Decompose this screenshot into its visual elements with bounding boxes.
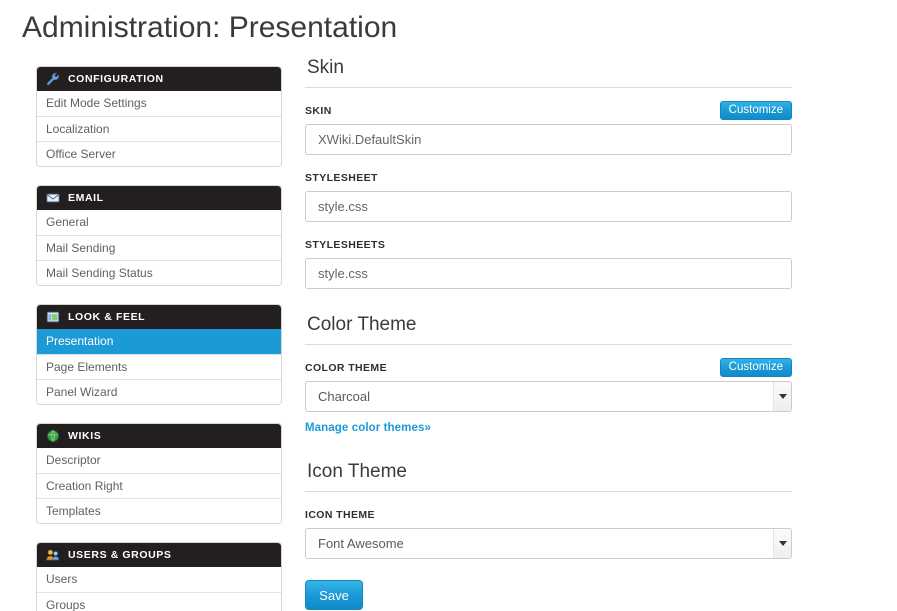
sidebar-panel-title: WIKIS [68,430,102,442]
sidebar-panel-body-wikis: Descriptor Creation Right Templates [37,448,281,523]
sidebar-item-presentation[interactable]: Presentation [37,329,281,354]
field-icon-theme: ICON THEME Font Awesome [305,509,792,559]
section-heading-icon-theme: Icon Theme [305,460,792,492]
sidebar-panel-title: CONFIGURATION [68,73,164,85]
stylesheets-input[interactable] [305,258,792,289]
admin-presentation-page: Administration: Presentation CONFIGURATI… [0,0,897,611]
sidebar-panel-email: EMAIL General Mail Sending Mail Sending … [36,185,282,286]
sidebar-panel-header-users-and-groups: USERS & GROUPS [37,543,281,567]
sidebar-item-office-server[interactable]: Office Server [37,141,281,166]
sidebar-panel-users-and-groups: USERS & GROUPS Users Groups [36,542,282,611]
sidebar-item-edit-mode-settings[interactable]: Edit Mode Settings [37,91,281,116]
sidebar-item-users[interactable]: Users [37,567,281,592]
envelope-icon [46,191,60,205]
admin-main-content: Skin SKIN Customize STYLESHEET STYLESHEE… [305,56,792,610]
sidebar-panel-title: LOOK & FEEL [68,311,146,323]
chevron-down-icon[interactable] [773,529,791,558]
field-stylesheet: STYLESHEET [305,172,792,222]
field-label-icon-theme: ICON THEME [305,509,375,521]
sidebar-panel-title: USERS & GROUPS [68,549,172,561]
section-heading-skin: Skin [305,56,792,88]
field-label-skin: SKIN [305,105,332,117]
section-color-theme: Color Theme COLOR THEME Customize Charco… [305,313,792,436]
sidebar-panel-body-configuration: Edit Mode Settings Localization Office S… [37,91,281,166]
sidebar-panel-look-and-feel: LOOK & FEEL Presentation Page Elements P… [36,304,282,405]
globe-icon [46,429,60,443]
sidebar-panel-header-look-and-feel: LOOK & FEEL [37,305,281,329]
sidebar-panel-wikis: WIKIS Descriptor Creation Right Template… [36,423,282,524]
sidebar-item-templates[interactable]: Templates [37,498,281,523]
sidebar-item-descriptor[interactable]: Descriptor [37,448,281,473]
admin-sidebar: CONFIGURATION Edit Mode Settings Localiz… [36,66,282,611]
color-theme-select[interactable]: Charcoal [305,381,792,412]
sidebar-item-creation-right[interactable]: Creation Right [37,473,281,498]
icon-theme-select-wrapper: Font Awesome [305,528,792,559]
sidebar-panel-header-wikis: WIKIS [37,424,281,448]
sidebar-panel-body-email: General Mail Sending Mail Sending Status [37,210,281,285]
field-label-stylesheets: STYLESHEETS [305,239,386,251]
field-stylesheets: STYLESHEETS [305,239,792,289]
manage-color-themes-link[interactable]: Manage color themes» [305,422,431,434]
sidebar-panel-body-look-and-feel: Presentation Page Elements Panel Wizard [37,329,281,404]
icon-theme-select[interactable]: Font Awesome [305,528,792,559]
sidebar-panel-header-email: EMAIL [37,186,281,210]
wrench-icon [46,72,60,86]
field-color-theme: COLOR THEME Customize Charcoal [305,358,792,412]
field-skin: SKIN Customize [305,101,792,155]
chevron-down-icon[interactable] [773,382,791,411]
sidebar-item-page-elements[interactable]: Page Elements [37,354,281,379]
sidebar-item-panel-wizard[interactable]: Panel Wizard [37,379,281,404]
sidebar-panel-configuration: CONFIGURATION Edit Mode Settings Localiz… [36,66,282,167]
field-label-color-theme: COLOR THEME [305,362,387,374]
save-button[interactable]: Save [305,580,363,610]
skin-input[interactable] [305,124,792,155]
sidebar-item-mail-sending-status[interactable]: Mail Sending Status [37,260,281,285]
stylesheet-input[interactable] [305,191,792,222]
page-title: Administration: Presentation [22,11,398,44]
users-icon [46,548,60,562]
color-theme-select-wrapper: Charcoal [305,381,792,412]
sidebar-panel-title: EMAIL [68,192,104,204]
sidebar-item-mail-sending[interactable]: Mail Sending [37,235,281,260]
field-label-stylesheet: STYLESHEET [305,172,378,184]
customize-color-theme-button[interactable]: Customize [719,358,792,377]
sidebar-item-general[interactable]: General [37,210,281,235]
customize-skin-button[interactable]: Customize [719,101,792,120]
layout-icon [46,310,60,324]
sidebar-item-localization[interactable]: Localization [37,116,281,141]
sidebar-panel-body-users-and-groups: Users Groups [37,567,281,611]
section-icon-theme: Icon Theme ICON THEME Font Awesome Save [305,460,792,610]
sidebar-item-groups[interactable]: Groups [37,592,281,611]
section-heading-color-theme: Color Theme [305,313,792,345]
sidebar-panel-header-configuration: CONFIGURATION [37,67,281,91]
